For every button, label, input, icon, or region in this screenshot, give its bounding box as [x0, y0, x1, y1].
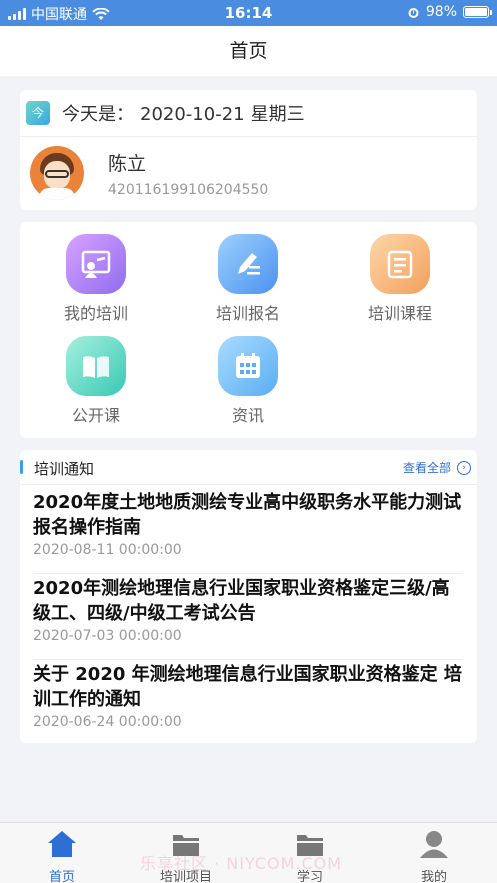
chevron-right-icon: › — [457, 460, 471, 475]
menu-open-class[interactable]: 公开课 — [36, 336, 156, 426]
user-icon — [420, 831, 448, 858]
menu-label: 培训课程 — [367, 304, 432, 323]
view-all-link[interactable]: 查看全部 › — [403, 459, 471, 476]
status-bar: 中国联通 16:14 98% — [0, 0, 497, 26]
nav-bar: 首页 — [0, 26, 497, 76]
tab-label: 首页 — [48, 870, 75, 883]
alarm-icon — [408, 7, 419, 18]
view-all-label: 查看全部 — [402, 461, 451, 475]
open-book-icon — [66, 336, 126, 396]
pen-signup-icon — [218, 234, 278, 294]
battery-icon — [463, 6, 492, 18]
training-notice-card: 培训通知 查看全部 › 2020年度土地地质测绘专业高中级职务水平能力测试报名操… — [20, 450, 477, 743]
tab-label: 我的 — [420, 870, 447, 883]
notice-title: 2020年测绘地理信息行业国家职业资格鉴定三级/高级工、四级/中级工考试公告 — [33, 578, 450, 624]
notice-section-title: 培训通知 — [34, 460, 95, 478]
battery-percent: 98% — [425, 4, 457, 20]
user-name: 陈立 — [108, 152, 147, 175]
watermark: 乐享社区 · NIYCOM.COM — [140, 854, 343, 873]
notice-date: 2020-06-24 00:00:00 — [33, 714, 182, 730]
notice-date: 2020-07-03 00:00:00 — [33, 628, 182, 644]
menu-label: 资讯 — [231, 406, 264, 425]
user-row[interactable]: 陈立 420116199106204550 — [20, 137, 477, 209]
menu-label: 公开课 — [71, 406, 120, 425]
tab-mine[interactable]: 我的 — [372, 823, 496, 883]
notice-list-item[interactable]: 关于 2020 年测绘地理信息行业国家职业资格鉴定 培训工作的通知 2020-0… — [33, 662, 463, 742]
date-text: 今天是： 2020-10-21 星期三 — [62, 100, 311, 126]
notice-date: 2020-08-11 00:00:00 — [33, 542, 182, 558]
menu-news[interactable]: 资讯 — [188, 336, 308, 426]
date-value: 2020-10-21 — [140, 104, 245, 125]
today-icon: 今 — [26, 101, 50, 125]
section-marker — [20, 460, 23, 474]
notice-title: 关于 2020 年测绘地理信息行业国家职业资格鉴定 培训工作的通知 — [33, 664, 462, 710]
date-prefix: 今天是： — [62, 104, 134, 125]
menu-label: 培训报名 — [215, 304, 280, 323]
menu-training-signup[interactable]: 培训报名 — [188, 234, 308, 324]
weekday: 星期三 — [250, 104, 305, 125]
user-info-card: 今 今天是： 2020-10-21 星期三 陈立 42011619910620455… — [20, 90, 477, 210]
home-icon — [48, 831, 76, 857]
avatar[interactable] — [30, 146, 84, 200]
menu-grid: 我的培训 培训报名 培训课程 公开课 资讯 — [20, 222, 477, 438]
menu-label: 我的培训 — [63, 304, 128, 323]
notice-list-item[interactable]: 2020年度土地地质测绘专业高中级职务水平能力测试报名操作指南 2020-08-… — [33, 490, 463, 574]
page-title: 首页 — [229, 40, 268, 62]
menu-training-courses[interactable]: 培训课程 — [340, 234, 460, 324]
notice-title: 2020年度土地地质测绘专业高中级职务水平能力测试报名操作指南 — [33, 492, 462, 538]
user-id-number: 420116199106204550 — [108, 181, 269, 198]
notebook-icon — [370, 234, 430, 294]
menu-my-training[interactable]: 我的培训 — [36, 234, 156, 324]
training-board-icon — [66, 234, 126, 294]
tab-home[interactable]: 首页 — [0, 823, 124, 883]
notice-header: 培训通知 查看全部 › — [20, 450, 477, 485]
calendar-icon — [218, 336, 278, 396]
date-row: 今 今天是： 2020-10-21 星期三 — [20, 90, 477, 137]
notice-list-item[interactable]: 2020年测绘地理信息行业国家职业资格鉴定三级/高级工、四级/中级工考试公告 2… — [33, 576, 463, 660]
